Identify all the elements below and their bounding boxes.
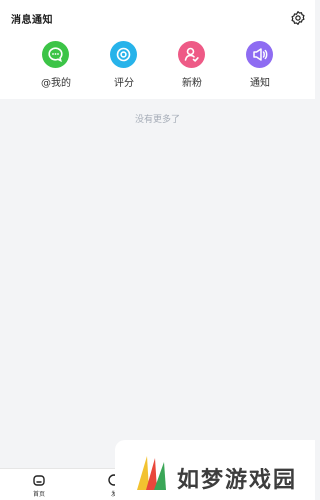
megaphone-icon — [246, 41, 273, 68]
chat-icon — [42, 41, 69, 68]
header: 消息通知 @我的 评分 新粉 通知 — [0, 0, 315, 99]
brand-logo-icon — [137, 456, 166, 490]
tab-new-fans[interactable]: 新粉 — [162, 40, 222, 92]
settings-button[interactable] — [290, 10, 306, 26]
message-categories: @我的 评分 新粉 通知 — [0, 40, 315, 92]
page-title: 消息通知 — [11, 15, 53, 26]
empty-state-text: 没有更多了 — [134, 115, 180, 125]
tab-ratings[interactable]: 评分 — [94, 40, 154, 92]
nav-home[interactable]: 首页 — [24, 471, 54, 499]
nav-label: 首页 — [32, 491, 45, 498]
tab-label: 新粉 — [182, 78, 202, 89]
tab-label: 评分 — [114, 78, 134, 89]
watermark-brand: 如梦游戏园 — [177, 467, 298, 493]
tab-notifications[interactable]: 通知 — [230, 40, 290, 92]
tab-label: 通知 — [250, 78, 270, 89]
home-icon — [33, 475, 45, 486]
tab-mentions[interactable]: @我的 — [26, 40, 86, 92]
user-icon — [178, 41, 205, 68]
target-icon — [110, 41, 137, 68]
watermark: 如梦游戏园 — [115, 440, 315, 500]
gear-icon — [291, 11, 305, 25]
tab-label: @我的 — [41, 78, 71, 89]
